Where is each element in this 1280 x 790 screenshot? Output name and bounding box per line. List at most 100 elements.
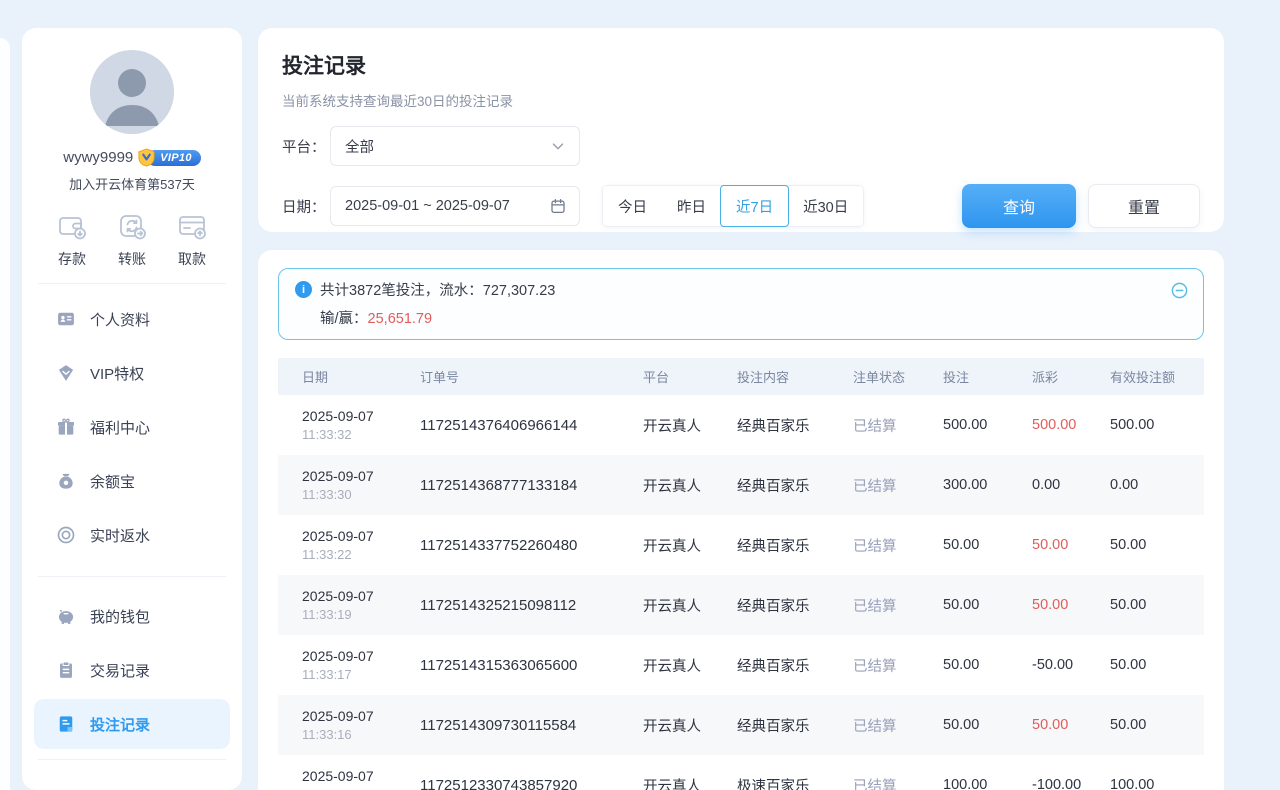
action-label-withdraw: 取款 [178,249,206,269]
bet-content: 经典百家乐 [737,415,853,436]
money-bag-icon [56,471,76,491]
bet-amount: 50.00 [943,597,1032,613]
bet-date: 2025-09-07 [302,588,420,604]
bet-amount: 100.00 [943,777,1032,790]
quick-range-button-1[interactable]: 昨日 [662,186,721,226]
date-range-input[interactable]: 2025-09-01 ~ 2025-09-07 [330,186,580,226]
sidebar-item-vip[interactable]: VIP特权 [22,346,242,400]
bet-amount: 500.00 [943,417,1032,433]
summary-line1: i 共计3872笔投注，流水：727,307.23 [295,279,1159,300]
gift-icon [56,417,76,437]
column-header-1: 订单号 [420,367,643,386]
bet-content: 经典百家乐 [737,715,853,736]
sidebar-item-label: 投注记录 [90,714,150,735]
bet-date: 2025-09-07 [302,468,420,484]
username: wywy9999 [63,149,133,166]
payout-amount: -100.00 [1032,777,1110,790]
table-row: 2025-09-0711:33:191172514325215098112开云真… [278,575,1204,635]
bet-date: 2025-09-07 [302,768,420,784]
sidebar-item-yuebao[interactable]: 余额宝 [22,454,242,508]
filter-card: 投注记录 当前系统支持查询最近30日的投注记录 平台： 全部 日期： 2025-… [258,28,1224,232]
quick-range-button-0[interactable]: 今日 [603,186,662,226]
sidebar-item-welfare[interactable]: 福利中心 [22,400,242,454]
vip-badge: VIP10 [137,148,200,167]
transfer-icon [116,210,148,242]
sidebar-item-rebate[interactable]: 实时返水 [22,508,242,562]
bet-content: 经典百家乐 [737,475,853,496]
table-row: 2025-09-0711:33:171172514315363065600开云真… [278,635,1204,695]
bet-date: 2025-09-07 [302,708,420,724]
date-filter-row: 日期： 2025-09-01 ~ 2025-09-07 今日昨日近7日近30日 … [282,184,1200,228]
valid-bet-amount: 50.00 [1110,717,1204,733]
bet-status: 已结算 [853,715,943,736]
bet-time: 11:33:30 [302,487,420,502]
clipboard-icon [56,660,76,680]
platform-filter-row: 平台： 全部 [282,126,1200,166]
valid-bet-amount: 100.00 [1110,777,1204,790]
left-edge-panel [0,38,10,790]
sidebar-item-label: 余额宝 [90,471,135,492]
payout-amount: 500.00 [1032,417,1110,433]
bet-status: 已结算 [853,775,943,790]
bet-amount: 300.00 [943,477,1032,493]
bet-time: 11:33:17 [302,667,420,682]
quick-range-group: 今日昨日近7日近30日 [602,185,864,227]
column-header-2: 平台 [643,367,737,386]
payout-amount: 0.00 [1032,477,1110,493]
table-row: 2025-09-0711:33:161172514309730115584开云真… [278,695,1204,755]
platform-select[interactable]: 全部 [330,126,580,166]
payout-amount: -50.00 [1032,657,1110,673]
sidebar-item-bet-records[interactable]: 投注记录 [34,699,230,749]
sidebar-item-label: 个人资料 [90,309,150,330]
reset-button[interactable]: 重置 [1088,184,1200,228]
action-deposit[interactable]: 存款 [56,210,88,269]
avatar-silhouette [90,50,174,134]
sidebar-item-wallet[interactable]: 我的钱包 [22,589,242,643]
bet-date: 2025-09-07 [302,648,420,664]
avatar[interactable] [90,50,174,134]
main-content: 投注记录 当前系统支持查询最近30日的投注记录 平台： 全部 日期： 2025-… [258,28,1224,790]
sidebar-item-profile[interactable]: 个人资料 [22,292,242,346]
date-label: 日期： [282,196,330,217]
sidebar-item-label: 福利中心 [90,417,150,438]
cell-date: 2025-09-0711:33:19 [302,588,420,622]
sidebar-item-label: 实时返水 [90,525,150,546]
platform-select-value: 全部 [345,136,374,157]
platform: 开云真人 [643,415,737,436]
bet-amount: 50.00 [943,537,1032,553]
divider [38,283,226,284]
table-header-row: 日期订单号平台投注内容注单状态投注派彩有效投注额 [278,358,1204,395]
nav-group-records: 我的钱包交易记录投注记录 [22,589,242,749]
platform: 开云真人 [643,715,737,736]
quick-range-button-2[interactable]: 近7日 [720,185,789,227]
page-subtitle: 当前系统支持查询最近30日的投注记录 [282,90,1200,110]
order-number: 1172514309730115584 [420,717,643,734]
order-number: 1172514325215098112 [420,597,643,614]
calendar-icon [549,197,567,215]
user-row: wywy9999 VIP10 [22,148,242,167]
bet-status: 已结算 [853,415,943,436]
cell-date: 2025-09-0711:33:32 [302,408,420,442]
action-transfer[interactable]: 转账 [116,210,148,269]
platform: 开云真人 [643,595,737,616]
divider [38,759,226,760]
column-header-5: 投注 [943,367,1032,386]
quick-range-button-3[interactable]: 近30日 [788,186,863,226]
join-days-text: 加入开云体育第537天 [22,174,242,193]
divider [38,576,226,577]
collapse-icon[interactable] [1170,281,1189,300]
cell-date: 2025-09-0711:33:22 [302,528,420,562]
wallet-icon [56,210,88,242]
valid-bet-amount: 500.00 [1110,417,1204,433]
column-header-0: 日期 [302,367,420,386]
cell-date: 2025-09-07 11:33:30 [302,468,420,502]
sidebar-item-transactions[interactable]: 交易记录 [22,643,242,697]
platform: 开云真人 [643,775,737,790]
bet-status: 已结算 [853,475,943,496]
query-button[interactable]: 查询 [962,184,1076,228]
results-card: i 共计3872笔投注，流水：727,307.23 输/赢：25,651.79 … [258,250,1224,790]
cell-date: 2025-09-0711:33:16 [302,708,420,742]
table-row: 2025-09-0711:33:321172514376406966144开云真… [278,395,1204,455]
action-withdraw[interactable]: 取款 [176,210,208,269]
order-number: 1172514376406966144 [420,417,643,434]
